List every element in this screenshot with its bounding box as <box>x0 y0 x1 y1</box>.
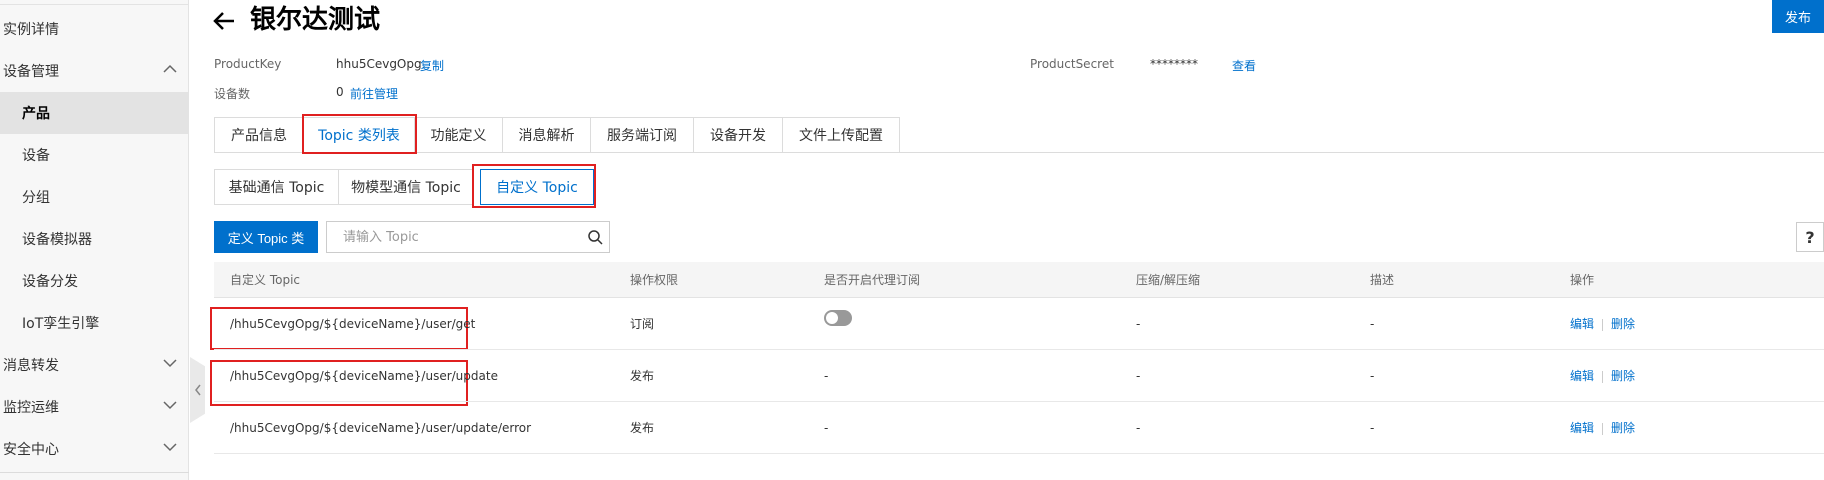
edit-link[interactable]: 编辑 <box>1570 421 1594 435</box>
permission-cell: 发布 <box>630 369 655 383</box>
tabs-divider <box>214 152 1824 153</box>
chevron-down-icon <box>163 401 177 410</box>
permission-cell: 订阅 <box>630 317 655 331</box>
table-row: /hhu5CevgOpg/${deviceName}/user/update/e… <box>214 402 1824 454</box>
edit-link[interactable]: 编辑 <box>1570 369 1594 383</box>
tab-product-info[interactable]: 产品信息 <box>214 117 304 153</box>
product-secret-label: ProductSecret <box>1030 57 1114 71</box>
sidebar-collapse-handle[interactable] <box>190 357 205 423</box>
topic-subtabs: 基础通信 Topic 物模型通信 Topic 自定义 Topic <box>214 169 594 205</box>
help-button[interactable]: ? <box>1796 222 1824 252</box>
compression-cell: - <box>1136 369 1141 383</box>
description-cell: - <box>1370 421 1375 435</box>
edit-link[interactable]: 编辑 <box>1570 317 1594 331</box>
actions-cell: 编辑 删除 <box>1570 402 1635 454</box>
proxy-subscription-toggle[interactable] <box>824 310 852 326</box>
chevron-up-icon <box>163 64 177 73</box>
sidebar-item-label: 设备管理 <box>3 64 59 80</box>
tab-topic-list[interactable]: Topic 类列表 <box>304 117 415 153</box>
sidebar-item-device-simulator[interactable]: 设备模拟器 <box>0 218 189 260</box>
sidebar-item-device-management[interactable]: 设备管理 <box>0 50 189 92</box>
sidebar-item-product[interactable]: 产品 <box>0 92 189 134</box>
tab-file-upload-config[interactable]: 文件上传配置 <box>783 117 900 153</box>
sidebar-item-label: 实例详情 <box>3 22 59 38</box>
sidebar-item-label: 分组 <box>22 190 50 206</box>
device-count-label: 设备数 <box>214 87 251 101</box>
chevron-down-icon <box>163 359 177 368</box>
topic-search-box <box>326 221 610 253</box>
subtab-basic-topic[interactable]: 基础通信 Topic <box>214 169 339 205</box>
sidebar-item-label: 设备模拟器 <box>22 232 92 248</box>
permission-cell: 发布 <box>630 421 655 435</box>
delete-link[interactable]: 删除 <box>1611 421 1635 435</box>
sidebar-item-message-forwarding[interactable]: 消息转发 <box>0 344 189 386</box>
product-tabs: 产品信息 Topic 类列表 功能定义 消息解析 服务端订阅 设备开发 文件上传… <box>214 117 900 153</box>
description-cell: - <box>1370 317 1375 331</box>
back-arrow-icon[interactable] <box>212 10 236 32</box>
sidebar-item-iot-twin-engine[interactable]: IoT孪生引擎 <box>0 302 189 344</box>
actions-cell: 编辑 删除 <box>1570 350 1635 402</box>
product-key-label: ProductKey <box>214 57 282 71</box>
table-row: /hhu5CevgOpg/${deviceName}/user/get 订阅 -… <box>214 298 1824 350</box>
action-divider <box>1602 370 1604 383</box>
sidebar-item-device[interactable]: 设备 <box>0 134 189 176</box>
search-icon[interactable] <box>587 229 603 245</box>
topic-cell: /hhu5CevgOpg/${deviceName}/user/update/e… <box>230 421 532 435</box>
sidebar-divider <box>0 472 189 473</box>
copy-link[interactable]: 复制 <box>420 57 444 74</box>
column-header-description: 描述 <box>1370 273 1395 287</box>
column-header-compression: 压缩/解压缩 <box>1136 273 1201 287</box>
tab-message-parsing[interactable]: 消息解析 <box>503 117 591 153</box>
table-row: /hhu5CevgOpg/${deviceName}/user/update 发… <box>214 350 1824 402</box>
sidebar-item-label: 监控运维 <box>3 400 59 416</box>
device-count-value: 0 <box>336 85 344 99</box>
product-key-value: hhu5CevgOpg <box>336 57 422 71</box>
compression-cell: - <box>1136 421 1141 435</box>
delete-link[interactable]: 删除 <box>1611 317 1635 331</box>
proxy-subscription-cell: - <box>824 421 829 435</box>
sidebar-item-label: 产品 <box>22 106 50 122</box>
column-header-permission: 操作权限 <box>630 273 679 287</box>
define-topic-class-button[interactable]: 定义 Topic 类 <box>214 221 318 253</box>
column-header-actions: 操作 <box>1570 273 1595 287</box>
custom-topic-table: 自定义 Topic 操作权限 是否开启代理订阅 压缩/解压缩 描述 操作 /hh… <box>214 262 1824 454</box>
sidebar-divider <box>0 4 189 5</box>
sidebar-item-label: IoT孪生引擎 <box>22 316 100 332</box>
column-header-proxy-subscription: 是否开启代理订阅 <box>824 273 921 287</box>
sidebar-item-instance-detail[interactable]: 实例详情 <box>0 8 189 50</box>
sidebar-item-device-distribution[interactable]: 设备分发 <box>0 260 189 302</box>
topic-cell: /hhu5CevgOpg/${deviceName}/user/update <box>230 369 498 383</box>
publish-button[interactable]: 发布 <box>1772 0 1824 33</box>
description-cell: - <box>1370 369 1375 383</box>
chevron-left-icon <box>194 384 201 396</box>
sidebar-item-label: 设备分发 <box>22 274 78 290</box>
manage-link[interactable]: 前往管理 <box>350 85 398 102</box>
tab-server-subscription[interactable]: 服务端订阅 <box>591 117 694 153</box>
sidebar: 实例详情 设备管理 产品 设备 分组 设备模拟器 设备分发 IoT孪生引擎 消息… <box>0 0 189 480</box>
subtab-thing-model-topic[interactable]: 物模型通信 Topic <box>339 169 474 205</box>
chevron-down-icon <box>163 443 177 452</box>
sidebar-item-label: 消息转发 <box>3 358 59 374</box>
topic-search-input[interactable] <box>327 222 577 252</box>
page-title: 银尔达测试 <box>250 5 381 35</box>
sidebar-item-label: 设备 <box>22 148 50 164</box>
sidebar-item-group[interactable]: 分组 <box>0 176 189 218</box>
subtab-custom-topic[interactable]: 自定义 Topic <box>480 169 594 205</box>
sidebar-item-security-center[interactable]: 安全中心 <box>0 428 189 470</box>
tab-function-definition[interactable]: 功能定义 <box>415 117 503 153</box>
product-secret-value: ******** <box>1150 57 1198 71</box>
table-header: 自定义 Topic 操作权限 是否开启代理订阅 压缩/解压缩 描述 操作 <box>214 262 1824 298</box>
action-divider <box>1602 422 1604 435</box>
topic-cell: /hhu5CevgOpg/${deviceName}/user/get <box>230 317 476 331</box>
compression-cell: - <box>1136 317 1141 331</box>
view-secret-link[interactable]: 查看 <box>1232 57 1256 74</box>
action-divider <box>1602 318 1604 331</box>
tab-device-development[interactable]: 设备开发 <box>694 117 783 153</box>
actions-cell: 编辑 删除 <box>1570 298 1635 350</box>
proxy-subscription-cell: - <box>824 369 829 383</box>
delete-link[interactable]: 删除 <box>1611 369 1635 383</box>
sidebar-item-monitoring[interactable]: 监控运维 <box>0 386 189 428</box>
column-header-topic: 自定义 Topic <box>230 273 300 287</box>
sidebar-item-label: 安全中心 <box>3 442 59 458</box>
